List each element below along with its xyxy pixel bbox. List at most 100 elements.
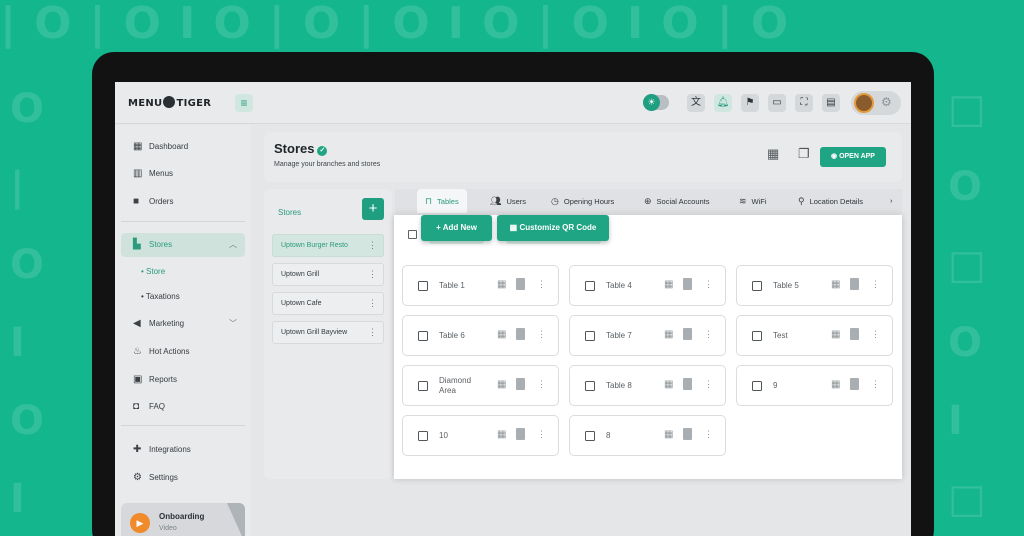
table-card[interactable]: Table 1 ▦ ⋮ [402, 265, 559, 306]
table-card[interactable]: 10 ▦ ⋮ [402, 415, 559, 456]
select-all-checkbox[interactable] [408, 230, 417, 239]
table-checkbox[interactable] [752, 281, 762, 291]
document-icon[interactable] [850, 278, 859, 290]
qr-code-icon[interactable]: ▦ [497, 329, 506, 340]
table-card[interactable]: Table 4 ▦ ⋮ [569, 265, 726, 306]
add-new-button[interactable]: + Add New [421, 215, 492, 241]
tab-wifi[interactable]: ≋ WiFi [739, 189, 767, 213]
sidebar-item-settings[interactable]: ⚙ Settings [121, 466, 245, 490]
document-icon[interactable] [850, 378, 859, 390]
store-item-uptown-grill-bayview[interactable]: Uptown Grill Bayview ⋮ [272, 321, 384, 344]
table-card[interactable]: 9 ▦ ⋮ [736, 365, 893, 406]
qr-code-icon[interactable]: ▦ [664, 379, 673, 390]
copy-icon[interactable]: ❐ [798, 146, 818, 166]
kebab-menu-icon[interactable]: ⋮ [704, 329, 713, 340]
tabs-next-button[interactable]: › [890, 189, 893, 213]
tab-users[interactable]: 👥︎ Users [490, 189, 526, 213]
kebab-menu-icon[interactable]: ⋮ [537, 429, 546, 440]
kebab-menu-icon[interactable]: ⋮ [368, 322, 377, 343]
add-store-button[interactable]: + [362, 198, 384, 220]
document-icon[interactable] [516, 278, 525, 290]
table-card[interactable]: Test ▦ ⋮ [736, 315, 893, 356]
qr-code-icon[interactable]: ▦ [831, 329, 840, 340]
store-item-uptown-cafe[interactable]: Uptown Cafe ⋮ [272, 292, 384, 315]
sidebar-item-orders[interactable]: ■ Orders [121, 190, 245, 214]
sidebar-subitem-store[interactable]: • Store [141, 267, 165, 276]
kebab-menu-icon[interactable]: ⋮ [368, 264, 377, 285]
table-card[interactable]: 8 ▦ ⋮ [569, 415, 726, 456]
qr-code-icon[interactable]: ▦ [831, 279, 840, 290]
document-icon[interactable] [516, 378, 525, 390]
sidebar-item-menus[interactable]: ▥ Menus [121, 162, 245, 186]
store-item-uptown-grill[interactable]: Uptown Grill ⋮ [272, 263, 384, 286]
document-icon[interactable] [683, 378, 692, 390]
table-card[interactable]: Table 5 ▦ ⋮ [736, 265, 893, 306]
qr-code-icon[interactable]: ▦ [664, 279, 673, 290]
table-checkbox[interactable] [585, 331, 595, 341]
onboarding-video-card[interactable]: ▶ Onboarding Video [121, 503, 245, 536]
fullscreen-icon[interactable]: ⛶ [795, 94, 813, 112]
table-checkbox[interactable] [418, 331, 428, 341]
qr-code-icon[interactable]: ▦ [767, 146, 787, 166]
sidebar-subitem-taxations[interactable]: • Taxations [141, 292, 180, 301]
table-checkbox[interactable] [585, 431, 595, 441]
table-card[interactable]: Table 8 ▦ ⋮ [569, 365, 726, 406]
table-card[interactable]: Diamond Area ▦ ⋮ [402, 365, 559, 406]
document-icon[interactable] [683, 278, 692, 290]
kebab-menu-icon[interactable]: ⋮ [704, 279, 713, 290]
table-checkbox[interactable] [752, 381, 762, 391]
document-icon[interactable] [850, 328, 859, 340]
customize-qr-button[interactable]: ▦ Customize QR Code [497, 215, 609, 241]
devices-icon[interactable]: ▭ [768, 94, 786, 112]
kebab-menu-icon[interactable]: ⋮ [704, 379, 713, 390]
qr-code-icon[interactable]: ▦ [664, 429, 673, 440]
tab-location-details[interactable]: ⚲ Location Details [798, 189, 863, 213]
sidebar-item-integrations[interactable]: ✚ Integrations [121, 438, 245, 462]
table-checkbox[interactable] [585, 281, 595, 291]
qr-code-icon[interactable]: ▦ [497, 279, 506, 290]
table-checkbox[interactable] [752, 331, 762, 341]
qr-code-icon[interactable]: ▦ [497, 379, 506, 390]
app-logo[interactable]: MENU TIGER [128, 96, 211, 109]
open-app-button[interactable]: ◉ OPEN APP [820, 147, 886, 167]
table-card[interactable]: Table 7 ▦ ⋮ [569, 315, 726, 356]
document-icon[interactable] [683, 328, 692, 340]
qr-code-icon[interactable]: ▦ [664, 329, 673, 340]
table-checkbox[interactable] [418, 431, 428, 441]
document-icon[interactable] [683, 428, 692, 440]
kebab-menu-icon[interactable]: ⋮ [871, 279, 880, 290]
qr-code-icon[interactable]: ▦ [831, 379, 840, 390]
kebab-menu-icon[interactable]: ⋮ [537, 329, 546, 340]
sidebar-item-faq[interactable]: ◘ FAQ [121, 395, 245, 419]
menu-toggle-button[interactable]: ≡ [235, 94, 253, 112]
sidebar-item-marketing[interactable]: ◀ Marketing ﹀ [121, 312, 245, 336]
table-checkbox[interactable] [418, 381, 428, 391]
table-checkbox[interactable] [585, 381, 595, 391]
kebab-menu-icon[interactable]: ⋮ [704, 429, 713, 440]
bell-icon[interactable]: 🔔︎ [714, 94, 732, 112]
table-card[interactable]: Table 6 ▦ ⋮ [402, 315, 559, 356]
sidebar-item-dashboard[interactable]: ▦ Dashboard [121, 135, 245, 159]
sidebar-item-stores[interactable]: ▙ Stores ︿ [121, 233, 245, 257]
tab-tables[interactable]: ⊓ Tables [417, 189, 467, 213]
theme-toggle[interactable]: ☀ [643, 94, 669, 111]
qr-code-icon[interactable]: ▦ [497, 429, 506, 440]
store-item-uptown-burger-resto[interactable]: Uptown Burger Resto ⋮ [272, 234, 384, 257]
sidebar-item-hot-actions[interactable]: ♨ Hot Actions [121, 340, 245, 364]
sidebar-item-reports[interactable]: ▣ Reports [121, 368, 245, 392]
kebab-menu-icon[interactable]: ⋮ [537, 279, 546, 290]
translate-icon[interactable]: 文 [687, 94, 705, 112]
tab-opening-hours[interactable]: ◷ Opening Hours [551, 189, 614, 213]
kebab-menu-icon[interactable]: ⋮ [871, 379, 880, 390]
kebab-menu-icon[interactable]: ⋮ [368, 293, 377, 314]
user-menu[interactable]: ⚙ [851, 91, 901, 115]
kebab-menu-icon[interactable]: ⋮ [368, 235, 377, 256]
flag-icon[interactable]: ⚑ [741, 94, 759, 112]
kebab-menu-icon[interactable]: ⋮ [871, 329, 880, 340]
table-checkbox[interactable] [418, 281, 428, 291]
tab-social-accounts[interactable]: ⊕ Social Accounts [644, 189, 710, 213]
kebab-menu-icon[interactable]: ⋮ [537, 379, 546, 390]
document-icon[interactable] [516, 328, 525, 340]
notes-icon[interactable]: ▤ [822, 94, 840, 112]
document-icon[interactable] [516, 428, 525, 440]
